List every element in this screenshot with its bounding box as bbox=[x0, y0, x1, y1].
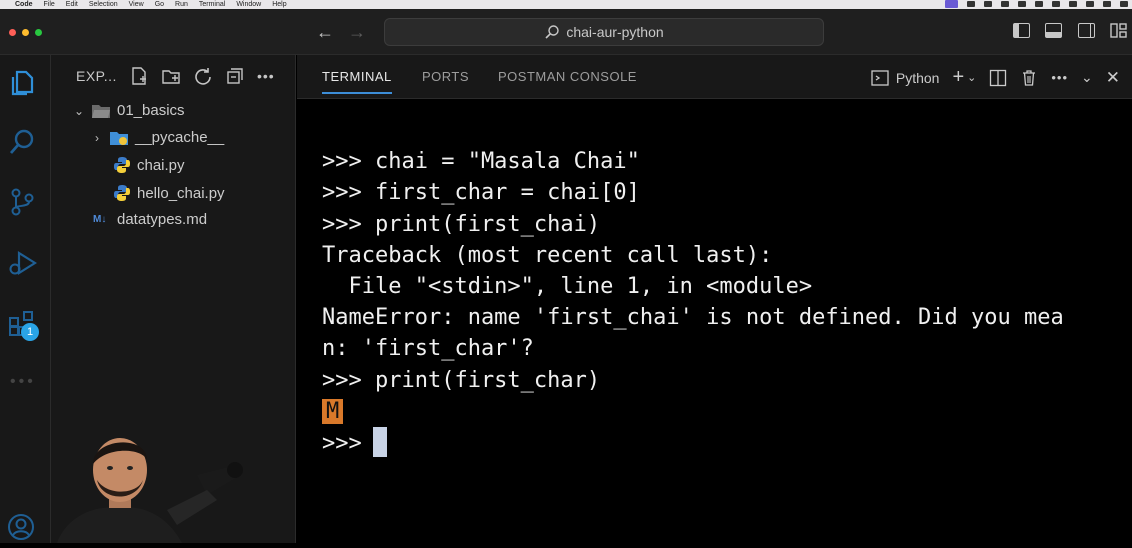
chevron-right-icon: › bbox=[95, 130, 99, 145]
chevron-down-icon: ⌄ bbox=[73, 103, 85, 118]
terminal-line: File "<stdin>", line 1, in <module> bbox=[322, 274, 813, 300]
collapse-all-icon[interactable] bbox=[225, 66, 245, 86]
folder-open-icon bbox=[92, 104, 110, 118]
tree-item-label: __pycache__ bbox=[135, 129, 225, 146]
toggle-secondary-sidebar-icon[interactable] bbox=[1078, 23, 1095, 38]
trash-icon[interactable] bbox=[1020, 69, 1038, 87]
control-center-icon[interactable] bbox=[1086, 1, 1094, 7]
menu-run[interactable]: Run bbox=[175, 0, 188, 9]
terminal-line: NameError: name 'first_chai' is not defi… bbox=[322, 305, 1064, 331]
status-icon[interactable] bbox=[1018, 1, 1026, 7]
explorer-title: EXP... bbox=[76, 68, 117, 84]
new-folder-icon[interactable] bbox=[161, 66, 181, 86]
tree-item-datatypes-md[interactable]: M↓ datatypes.md bbox=[93, 211, 207, 228]
terminal-icon bbox=[871, 69, 889, 86]
close-window-button[interactable] bbox=[9, 29, 16, 36]
status-icons bbox=[945, 0, 1128, 8]
run-debug-icon[interactable] bbox=[7, 248, 38, 278]
status-icon[interactable] bbox=[967, 1, 975, 7]
shell-name: Python bbox=[895, 69, 940, 86]
tree-item-label: datatypes.md bbox=[117, 211, 208, 228]
menu-selection[interactable]: Selection bbox=[89, 0, 118, 9]
title-bar: ← → chai-aur-python bbox=[0, 9, 1132, 55]
menu-view[interactable]: View bbox=[129, 0, 144, 9]
output-highlight: M bbox=[322, 398, 344, 424]
terminal-line: n: 'first_char'? bbox=[322, 336, 534, 362]
maximize-window-button[interactable] bbox=[35, 29, 42, 36]
wifi-icon[interactable] bbox=[1052, 1, 1060, 7]
customize-layout-icon[interactable] bbox=[1110, 23, 1127, 38]
minimize-window-button[interactable] bbox=[22, 29, 29, 36]
maximize-panel-icon[interactable]: ⌄ bbox=[1081, 69, 1093, 86]
tab-ports[interactable]: PORTS bbox=[422, 69, 469, 84]
tab-postman-console[interactable]: POSTMAN CONSOLE bbox=[498, 69, 637, 84]
macos-menu-bar: Code File Edit Selection View Go Run Ter… bbox=[0, 0, 1132, 9]
terminal-selector[interactable]: Python bbox=[871, 69, 940, 87]
new-file-icon[interactable] bbox=[129, 66, 149, 86]
tree-item-label: hello_chai.py bbox=[137, 184, 225, 202]
refresh-icon[interactable] bbox=[193, 66, 213, 86]
terminal-line: >>> print(first_chai) bbox=[322, 211, 601, 237]
search-text: chai-aur-python bbox=[566, 24, 664, 40]
battery-icon[interactable] bbox=[1035, 1, 1043, 7]
status-app-icon[interactable] bbox=[945, 0, 958, 8]
more-icon[interactable]: ••• bbox=[10, 373, 36, 391]
close-panel-icon[interactable]: ✕ bbox=[1106, 68, 1120, 88]
menu-help[interactable]: Help bbox=[272, 0, 286, 9]
app-menu[interactable]: Code bbox=[15, 0, 33, 9]
menu-terminal[interactable]: Terminal bbox=[199, 0, 225, 9]
search-icon bbox=[545, 25, 560, 39]
extensions-badge: 1 bbox=[21, 323, 39, 341]
explorer-actions: ••• bbox=[129, 66, 275, 86]
panel-header: TERMINAL PORTS POSTMAN CONSOLE Python + … bbox=[297, 55, 1132, 99]
source-control-icon[interactable] bbox=[7, 187, 37, 217]
menu-edit[interactable]: Edit bbox=[66, 0, 78, 9]
back-arrow-icon[interactable]: ← bbox=[316, 22, 334, 43]
terminal-line: >>> first_char = chai[0] bbox=[322, 180, 640, 206]
status-icon[interactable] bbox=[1120, 1, 1128, 7]
tab-terminal[interactable]: TERMINAL bbox=[322, 69, 392, 94]
new-terminal-icon[interactable]: + bbox=[952, 66, 964, 89]
terminal-line: Traceback (most recent call last): bbox=[322, 242, 773, 268]
terminal-output[interactable]: >>> chai = "Masala Chai" >>> first_char =… bbox=[322, 115, 1122, 522]
markdown-file-icon: M↓ bbox=[93, 214, 107, 225]
chevron-down-icon[interactable]: ⌄ bbox=[967, 71, 976, 84]
account-icon[interactable] bbox=[6, 512, 36, 542]
tree-item-01-basics[interactable]: ⌄ 01_basics bbox=[73, 102, 185, 119]
toggle-primary-sidebar-icon[interactable] bbox=[1013, 23, 1030, 38]
tree-item-chai-py[interactable]: chai.py bbox=[113, 156, 185, 174]
window-controls bbox=[9, 29, 42, 36]
files-icon[interactable] bbox=[7, 68, 37, 98]
folder-icon bbox=[110, 131, 128, 145]
terminal-prompt: >>> bbox=[322, 431, 375, 457]
python-file-icon bbox=[114, 157, 130, 173]
command-center-search[interactable]: chai-aur-python bbox=[384, 18, 824, 46]
bluetooth-icon[interactable] bbox=[1001, 1, 1009, 7]
status-icon[interactable] bbox=[1069, 1, 1077, 7]
siri-icon[interactable] bbox=[1103, 1, 1111, 7]
tree-item-hello-chai-py[interactable]: hello_chai.py bbox=[113, 184, 225, 202]
status-icon[interactable] bbox=[984, 1, 992, 7]
menu-window[interactable]: Window bbox=[236, 0, 261, 9]
menu-file[interactable]: File bbox=[44, 0, 55, 9]
tree-item-label: chai.py bbox=[137, 156, 185, 174]
more-actions-icon[interactable]: ••• bbox=[1051, 70, 1068, 85]
toggle-panel-icon[interactable] bbox=[1045, 23, 1062, 38]
terminal-line: >>> print(first_char) bbox=[322, 367, 601, 393]
activity-bar: 1 ••• bbox=[0, 55, 51, 543]
terminal-cursor bbox=[372, 427, 387, 458]
python-file-icon bbox=[114, 185, 130, 201]
terminal-panel: TERMINAL PORTS POSTMAN CONSOLE Python + … bbox=[297, 55, 1132, 543]
more-actions-icon[interactable]: ••• bbox=[257, 68, 275, 84]
tree-item-label: 01_basics bbox=[117, 102, 185, 119]
tree-item-pycache[interactable]: › __pycache__ bbox=[91, 129, 224, 146]
search-icon[interactable] bbox=[7, 127, 37, 157]
split-terminal-icon[interactable] bbox=[989, 69, 1007, 87]
forward-arrow-icon[interactable]: → bbox=[348, 22, 366, 43]
webcam-overlay bbox=[57, 420, 247, 543]
terminal-line: >>> chai = "Masala Chai" bbox=[322, 149, 640, 175]
menu-go[interactable]: Go bbox=[155, 0, 164, 9]
presenter-video bbox=[57, 438, 243, 543]
panel-toolbar: Python + ⌄ ••• ⌄ ✕ bbox=[871, 66, 1120, 89]
